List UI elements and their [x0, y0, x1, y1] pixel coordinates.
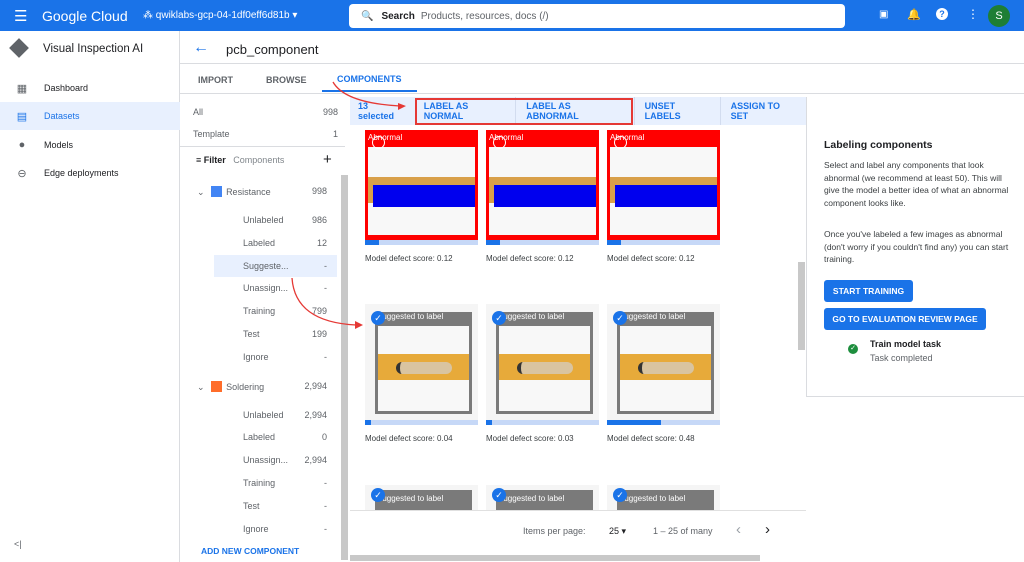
arrow-head	[398, 103, 406, 110]
annotation-arrows	[291, 81, 406, 329]
arrow-to-cards	[291, 277, 357, 326]
arrow-head	[355, 321, 363, 329]
arrow-to-toolbar	[332, 81, 401, 107]
